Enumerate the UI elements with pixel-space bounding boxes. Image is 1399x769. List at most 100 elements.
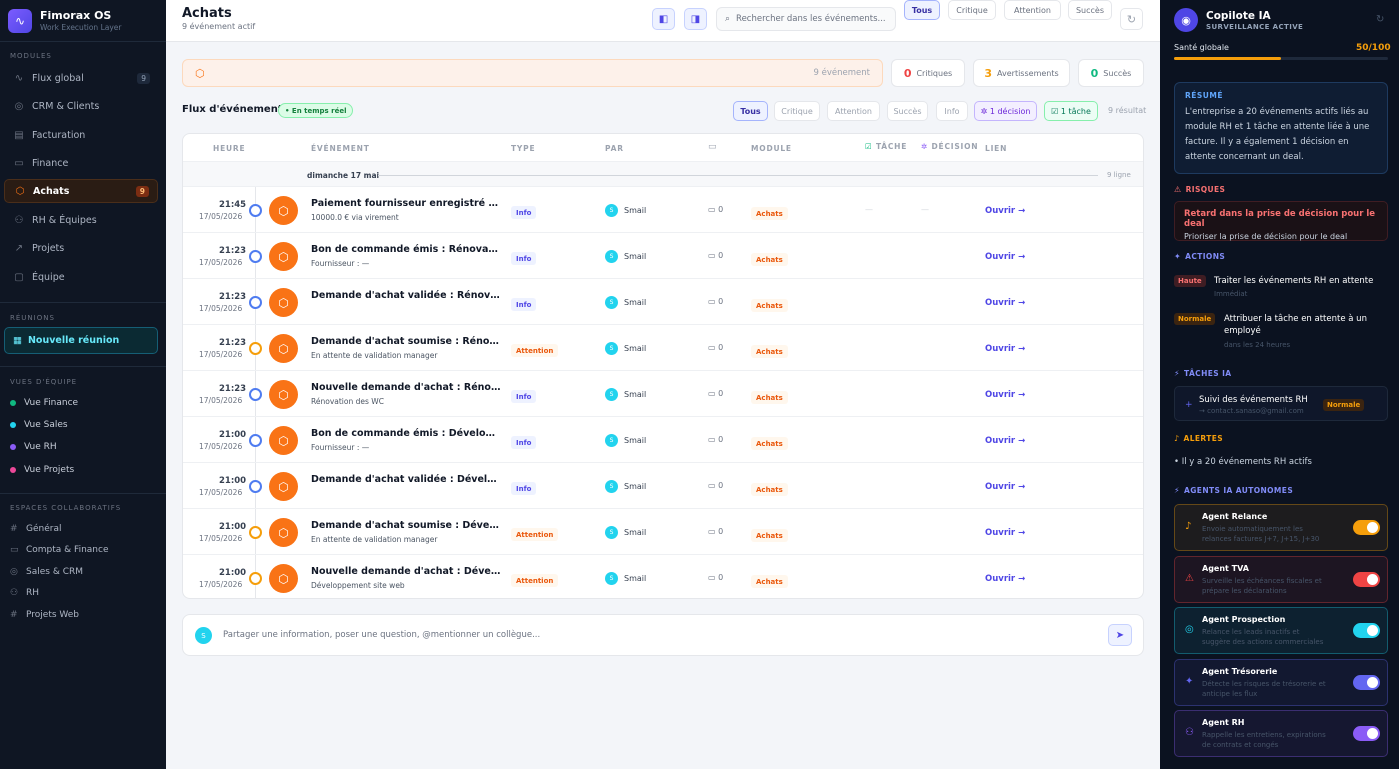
event-title[interactable]: Demande d'achat validée : Rénovation des… (311, 290, 501, 301)
table-row[interactable]: 21:23 17/05/2026 ⬡ Demande d'achat validée … (183, 279, 1143, 325)
team-view-projets[interactable]: Vue Projets (10, 465, 74, 475)
table-row[interactable]: 21:23 17/05/2026 ⬡ Bon de commande émis : R… (183, 233, 1143, 279)
open-link[interactable]: Ouvrir → (985, 298, 1025, 308)
section-label-team-views: VUES D'ÉQUIPE (10, 378, 78, 386)
team-view-rh[interactable]: Vue RH (10, 442, 57, 452)
brand[interactable]: ∿ Fimorax OS Work Execution Layer (0, 0, 166, 42)
open-link[interactable]: Ouvrir → (985, 252, 1025, 262)
table-row[interactable]: 21:00 17/05/2026 ⬡ Bon de commande émis : D… (183, 417, 1143, 463)
table-row[interactable]: 21:23 17/05/2026 ⬡ Nouvelle demande d'achat… (183, 371, 1143, 417)
feed-filter-succes[interactable]: Succès (887, 101, 928, 121)
comments-count[interactable]: ▭ 0 (708, 389, 723, 398)
sidebar-item-equipe[interactable]: ▢ Équipe (4, 265, 158, 289)
status-dot (10, 467, 16, 473)
comments-count[interactable]: ▭ 0 (708, 205, 723, 214)
sidebar-item-projets[interactable]: ↗ Projets (4, 236, 158, 260)
agent-card[interactable]: ⚇ Agent RH Rappelle les entretiens, expira… (1174, 710, 1388, 757)
workspace-general[interactable]: # Général (10, 524, 61, 534)
comments-count[interactable]: ▭ 0 (708, 343, 723, 352)
wand-icon: ⚡ (1174, 486, 1181, 495)
filter-succes[interactable]: Succès (1068, 0, 1112, 20)
filter-tous[interactable]: Tous (904, 0, 940, 20)
workspace-rh[interactable]: ⚇ RH (10, 588, 39, 598)
agent-toggle[interactable] (1353, 520, 1380, 535)
event-title[interactable]: Demande d'achat soumise : Développement … (311, 520, 501, 531)
copilot-refresh-button[interactable]: ↻ (1376, 14, 1384, 25)
risk-card[interactable]: Retard dans la prise de décision pour le… (1174, 201, 1388, 241)
feed-filter-attention[interactable]: Attention (827, 101, 880, 121)
toggle-left-panel-button[interactable]: ◧ (652, 8, 675, 30)
col-decision: ✲ DÉCISION (921, 142, 979, 151)
type-badge: Info (511, 482, 537, 495)
task-filter-chip[interactable]: ☑ 1 tâche (1044, 101, 1098, 121)
event-title[interactable]: Nouvelle demande d'achat : Rénovation de… (311, 382, 501, 393)
open-link[interactable]: Ouvrir → (985, 344, 1025, 354)
workspace-compta-finance[interactable]: ▭ Compta & Finance (10, 545, 109, 555)
agent-toggle[interactable] (1353, 623, 1380, 638)
agent-card[interactable]: ◎ Agent Prospection Relance les leads inac… (1174, 607, 1388, 654)
sidebar-item-finance[interactable]: ▭ Finance (4, 151, 158, 175)
open-link[interactable]: Ouvrir → (985, 482, 1025, 492)
agent-toggle[interactable] (1353, 674, 1380, 690)
comments-count[interactable]: ▭ 0 (708, 573, 723, 582)
event-title[interactable]: Demande d'achat soumise : Rénovation des… (311, 336, 501, 347)
workspace-sales-crm[interactable]: ◎ Sales & CRM (10, 567, 83, 577)
decision-filter-chip[interactable]: ✲ 1 décision (974, 101, 1037, 121)
action-item[interactable]: Haute Traiter les événements RH en atten… (1174, 275, 1388, 305)
open-link[interactable]: Ouvrir → (985, 528, 1025, 538)
workspace-projets-web[interactable]: # Projets Web (10, 610, 79, 620)
sidebar-item-achats[interactable]: ⬡ Achats 9 (4, 179, 158, 203)
toggle-right-panel-button[interactable]: ◨ (684, 8, 707, 30)
author: S Smail (605, 480, 646, 493)
table-row[interactable]: 21:00 17/05/2026 ⬡ Demande d'achat soumise … (183, 509, 1143, 555)
sidebar-item-crm[interactable]: ◎ CRM & Clients (4, 94, 158, 118)
event-title[interactable]: Nouvelle demande d'achat : Développement… (311, 566, 501, 577)
feed-filter-critique[interactable]: Critique (774, 101, 820, 121)
table-row[interactable]: 21:00 17/05/2026 ⬡ Demande d'achat validée … (183, 463, 1143, 509)
stat-succes[interactable]: 0 Succès (1078, 59, 1144, 87)
table-row[interactable]: 21:00 17/05/2026 ⬡ Nouvelle demande d'achat… (183, 555, 1143, 598)
team-view-sales[interactable]: Vue Sales (10, 420, 68, 430)
event-title[interactable]: Bon de commande émis : Développement sit… (311, 428, 501, 439)
event-title[interactable]: Bon de commande émis : Rénovation des WC (311, 244, 501, 255)
stat-avertissements[interactable]: 3 Avertissements (973, 59, 1070, 87)
comments-count[interactable]: ▭ 0 (708, 297, 723, 306)
send-button[interactable]: ➤ (1108, 624, 1132, 646)
open-link[interactable]: Ouvrir → (985, 206, 1025, 216)
search-input[interactable]: ⌕ Rechercher dans les événements... (716, 7, 896, 31)
agent-toggle[interactable] (1353, 571, 1380, 587)
sidebar-item-facturation[interactable]: ▤ Facturation (4, 123, 158, 147)
feed-filter-tous[interactable]: Tous (733, 101, 768, 121)
comments-count[interactable]: ▭ 0 (708, 435, 723, 444)
ai-task-card[interactable]: + Suivi des événements RH → contact.sana… (1174, 386, 1388, 421)
table-row[interactable]: 21:45 17/05/2026 ⬡ Paiement fournisseur enr… (183, 187, 1143, 233)
open-link[interactable]: Ouvrir → (985, 390, 1025, 400)
filter-critique[interactable]: Critique (948, 0, 996, 20)
stat-critiques[interactable]: 0 Critiques (891, 59, 965, 87)
composer-input[interactable]: Partager une information, poser une ques… (223, 630, 540, 640)
brand-name: Fimorax OS (40, 9, 112, 22)
sidebar-item-rh[interactable]: ⚇ RH & Équipes (4, 208, 158, 232)
open-link[interactable]: Ouvrir → (985, 436, 1025, 446)
event-title[interactable]: Demande d'achat validée : Développement … (311, 474, 501, 485)
agent-card[interactable]: ⚠ Agent TVA Surveille les échéances fiscal… (1174, 555, 1388, 603)
open-link[interactable]: Ouvrir → (985, 574, 1025, 584)
timeline-dot (249, 296, 262, 309)
new-meeting-button[interactable]: ▦ Nouvelle réunion (4, 327, 158, 354)
sidebar-item-flux-global[interactable]: ∿ Flux global 9 (4, 66, 158, 90)
feed-filter-info[interactable]: Info (936, 101, 968, 121)
agent-toggle[interactable] (1353, 726, 1380, 741)
team-view-finance[interactable]: Vue Finance (10, 398, 78, 408)
agent-card[interactable]: ✦ Agent Trésorerie Détecte les risques de … (1174, 658, 1388, 706)
refresh-button[interactable]: ↻ (1120, 8, 1143, 30)
comments-count[interactable]: ▭ 0 (708, 251, 723, 260)
event-title[interactable]: Paiement fournisseur enregistré : Dévelo… (311, 198, 501, 209)
actions-heading: ✦ ACTIONS (1174, 252, 1226, 261)
type-badge: Info (511, 206, 537, 219)
comments-count[interactable]: ▭ 0 (708, 527, 723, 536)
action-item[interactable]: Normale Attribuer la tâche en attente à … (1174, 313, 1388, 353)
table-row[interactable]: 21:23 17/05/2026 ⬡ Demande d'achat soumise … (183, 325, 1143, 371)
filter-attention[interactable]: Attention (1004, 0, 1061, 20)
agent-card[interactable]: ♪ Agent Relance Envoie automatiquement les… (1174, 504, 1388, 551)
comments-count[interactable]: ▭ 0 (708, 481, 723, 490)
